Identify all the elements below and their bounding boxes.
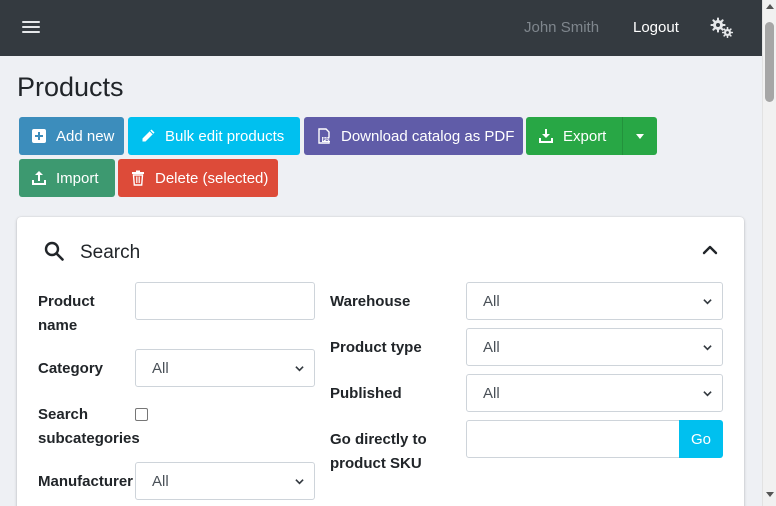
pdf-file-icon: PDF	[318, 128, 332, 144]
caret-down-icon	[636, 133, 644, 139]
manufacturer-label: Manufacturer	[38, 473, 134, 490]
warehouse-select[interactable]: All	[466, 282, 723, 320]
category-label: Category	[38, 360, 104, 377]
export-dropdown-toggle[interactable]	[622, 117, 657, 155]
go-to-sku-label: Go directly to product SKU	[330, 428, 427, 476]
chevron-down-icon	[703, 345, 712, 351]
bulk-edit-label: Bulk edit products	[165, 127, 285, 145]
product-type-select-value: All	[483, 338, 500, 356]
svg-text:PDF: PDF	[323, 137, 332, 142]
page-scrollbar[interactable]	[762, 0, 776, 506]
delete-selected-button[interactable]: Delete (selected)	[118, 159, 278, 197]
pencil-icon	[142, 129, 155, 142]
category-select-value: All	[152, 359, 169, 377]
search-subcategories-label: Search subcategories	[38, 403, 140, 451]
upload-icon	[32, 171, 46, 185]
import-button[interactable]: Import	[19, 159, 115, 197]
product-name-label-line2: name	[38, 317, 78, 334]
search-subcategories-checkbox[interactable]	[135, 408, 148, 421]
scroll-up-arrow-icon[interactable]	[766, 4, 774, 9]
import-label: Import	[56, 169, 99, 187]
chevron-down-icon	[703, 391, 712, 397]
scroll-thumb[interactable]	[765, 22, 774, 102]
chevron-down-icon	[295, 479, 304, 485]
bulk-edit-button[interactable]: Bulk edit products	[128, 117, 300, 155]
search-subcategories-label-line1: Search	[38, 406, 89, 423]
category-select[interactable]: All	[135, 349, 315, 387]
hamburger-icon[interactable]	[22, 18, 40, 36]
product-name-label: Product name	[38, 290, 95, 338]
search-title: Search	[80, 242, 141, 263]
add-new-button[interactable]: Add new	[19, 117, 124, 155]
plus-square-icon	[32, 129, 46, 143]
download-pdf-button[interactable]: PDF Download catalog as PDF	[304, 117, 523, 155]
go-button[interactable]: Go	[679, 420, 723, 458]
published-label: Published	[330, 385, 402, 402]
go-to-sku-label-line2: product SKU	[330, 455, 422, 472]
product-type-select[interactable]: All	[466, 328, 723, 366]
warehouse-select-value: All	[483, 292, 500, 310]
chevron-up-icon[interactable]	[702, 242, 718, 258]
search-icon	[44, 241, 64, 261]
product-name-input[interactable]	[135, 282, 315, 320]
export-button[interactable]: Export	[526, 117, 622, 155]
user-name[interactable]: John Smith	[524, 19, 599, 36]
top-navbar: John Smith Logout	[0, 0, 762, 56]
published-select[interactable]: All	[466, 374, 723, 412]
product-name-label-line1: Product	[38, 293, 95, 310]
go-to-sku-input[interactable]	[466, 420, 680, 458]
logout-link[interactable]: Logout	[633, 19, 679, 36]
export-label: Export	[563, 127, 607, 145]
manufacturer-select-value: All	[152, 472, 169, 490]
product-type-label: Product type	[330, 339, 422, 356]
search-card: Search Product name Category All Search …	[17, 217, 744, 506]
manufacturer-select[interactable]: All	[135, 462, 315, 500]
gears-icon[interactable]	[710, 17, 734, 39]
warehouse-label: Warehouse	[330, 293, 411, 310]
search-subcategories-label-line2: subcategories	[38, 430, 140, 447]
chevron-down-icon	[703, 299, 712, 305]
go-to-sku-label-line1: Go directly to	[330, 431, 427, 448]
delete-selected-label: Delete (selected)	[155, 169, 269, 187]
chevron-down-icon	[295, 366, 304, 372]
download-icon	[539, 129, 553, 143]
download-pdf-label: Download catalog as PDF	[341, 127, 515, 145]
trash-icon	[132, 170, 144, 186]
scroll-down-arrow-icon[interactable]	[766, 492, 774, 497]
add-new-label: Add new	[56, 127, 115, 145]
published-select-value: All	[483, 384, 500, 402]
page-title: Products	[17, 72, 124, 102]
